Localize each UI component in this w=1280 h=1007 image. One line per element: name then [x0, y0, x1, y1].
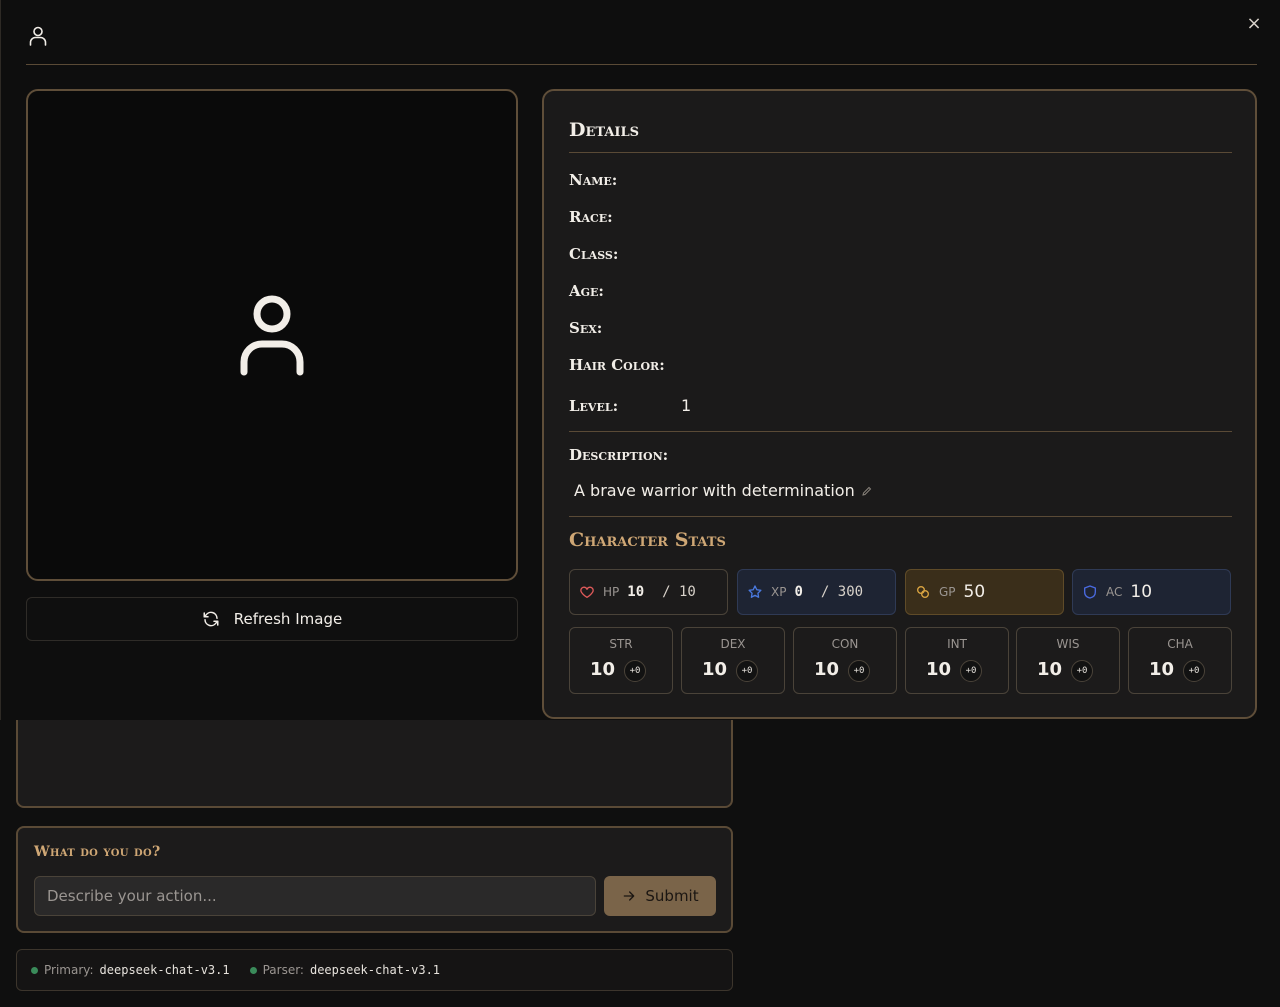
details-panel: Details Name: Race: Class: Age: Sex: Hai… — [542, 89, 1257, 719]
field-name: Name: — [569, 171, 618, 189]
pencil-icon[interactable] — [861, 485, 873, 497]
stats-title: Character Stats — [569, 529, 726, 551]
submit-button[interactable]: Submit — [604, 876, 716, 916]
arrow-right-icon — [624, 891, 635, 901]
character-modal: × Refresh Image Details Name: Race: Clas… — [0, 0, 1280, 720]
ac-value[interactable]: 10 — [1130, 582, 1152, 602]
user-icon — [29, 26, 47, 46]
ability-score[interactable]: 10 — [1149, 659, 1174, 680]
xp-current[interactable]: 0 — [794, 584, 802, 600]
ability-name: CON — [831, 637, 859, 651]
submit-label: Submit — [645, 887, 699, 905]
ability-score[interactable]: 10 — [702, 659, 727, 680]
field-class: Class: — [569, 245, 619, 263]
description-label: Description: — [569, 446, 669, 464]
xp-label: XP — [771, 585, 787, 599]
ability-name: WIS — [1056, 637, 1080, 651]
refresh-label: Refresh Image — [233, 610, 343, 628]
primary-label: Primary: — [44, 963, 94, 977]
action-input[interactable] — [34, 876, 596, 916]
ability-modifier: +0 — [1183, 660, 1205, 682]
ability-score[interactable]: 10 — [814, 659, 839, 680]
level-divider — [569, 431, 1232, 432]
ability-modifier: +0 — [624, 660, 646, 682]
shield-icon — [1084, 585, 1096, 599]
ability-modifier: +0 — [736, 660, 758, 682]
gp-value[interactable]: 50 — [964, 582, 986, 602]
xp-stat: XP 0 / 300 — [737, 569, 896, 615]
character-portrait — [26, 89, 518, 581]
ac-label: AC — [1106, 585, 1123, 599]
ability-score[interactable]: 10 — [1037, 659, 1062, 680]
ability-int: INT 10 +0 — [905, 627, 1009, 694]
ability-str: STR 10 +0 — [569, 627, 673, 694]
header-divider — [26, 64, 1257, 65]
ability-dex: DEX 10 +0 — [681, 627, 785, 694]
parser-label: Parser: — [262, 963, 304, 977]
ability-name: DEX — [720, 637, 746, 651]
hp-label: HP — [603, 585, 620, 599]
refresh-image-button[interactable]: Refresh Image — [26, 597, 518, 641]
refresh-icon — [203, 611, 219, 627]
parser-model: deepseek-chat-v3.1 — [309, 963, 441, 977]
close-button[interactable]: × — [1244, 14, 1264, 34]
user-placeholder-icon — [240, 295, 304, 376]
primary-status-dot — [31, 966, 38, 974]
ac-stat: AC 10 — [1072, 569, 1231, 615]
xp-max: / 300 — [820, 584, 864, 600]
field-sex: Sex: — [569, 319, 603, 337]
description-divider — [569, 516, 1232, 517]
details-title: Details — [569, 119, 640, 141]
parser-status-dot — [249, 966, 257, 974]
gp-stat: GP 50 — [905, 569, 1064, 615]
gp-label: GP — [939, 585, 956, 599]
ability-con: CON 10 +0 — [793, 627, 897, 694]
ability-modifier: +0 — [960, 660, 982, 682]
hp-stat: HP 10 / 10 — [569, 569, 728, 615]
heart-icon — [580, 586, 594, 598]
field-hair-color: Hair Color: — [569, 356, 665, 374]
action-panel: What do you do? Submit — [16, 826, 733, 933]
hp-current[interactable]: 10 — [627, 584, 644, 600]
ability-score[interactable]: 10 — [590, 659, 615, 680]
ability-modifier: +0 — [1071, 660, 1093, 682]
description-text[interactable]: A brave warrior with determination — [574, 481, 873, 500]
star-icon — [748, 585, 762, 598]
ability-score[interactable]: 10 — [926, 659, 951, 680]
ability-modifier: +0 — [848, 660, 870, 682]
coins-icon — [917, 586, 929, 598]
field-level: Level: 1 — [569, 396, 692, 415]
details-divider — [569, 152, 1232, 153]
ability-name: INT — [947, 637, 967, 651]
ability-cha: CHA 10 +0 — [1128, 627, 1232, 694]
field-age: Age: — [569, 282, 604, 300]
status-bar: Primary: deepseek-chat-v3.1 Parser: deep… — [16, 949, 733, 991]
primary-model: deepseek-chat-v3.1 — [99, 963, 230, 977]
description-value: A brave warrior with determination — [574, 481, 855, 500]
ability-name: CHA — [1167, 637, 1193, 651]
action-title: What do you do? — [34, 844, 161, 860]
ability-name: STR — [609, 637, 633, 651]
field-race: Race: — [569, 208, 613, 226]
hp-max: / 10 — [662, 584, 696, 600]
ability-wis: WIS 10 +0 — [1016, 627, 1120, 694]
